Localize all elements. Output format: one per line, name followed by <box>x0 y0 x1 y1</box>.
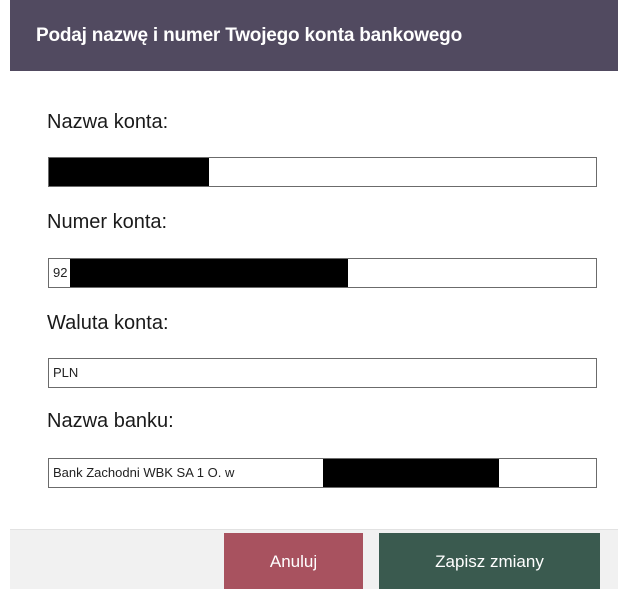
account-name-label: Nazwa konta: <box>47 111 169 133</box>
account-number-field[interactable]: 92 <box>48 258 597 288</box>
redaction-block <box>70 259 348 287</box>
cancel-button[interactable]: Anuluj <box>224 533 363 589</box>
redaction-block <box>49 158 209 186</box>
account-currency-value: PLN <box>53 365 79 380</box>
bank-name-field[interactable]: Bank Zachodni WBK SA 1 O. w <box>48 458 597 488</box>
redaction-block <box>323 459 499 487</box>
bank-account-dialog: Podaj nazwę i numer Twojego konta bankow… <box>0 0 618 589</box>
save-changes-button[interactable]: Zapisz zmiany <box>379 533 600 589</box>
bank-name-value: Bank Zachodni WBK SA 1 O. w <box>53 465 235 480</box>
account-number-value: 92 <box>53 265 68 280</box>
account-number-label: Numer konta: <box>47 211 168 233</box>
dialog-title: Podaj nazwę i numer Twojego konta bankow… <box>36 24 462 46</box>
account-name-field[interactable] <box>48 157 597 187</box>
account-currency-label: Waluta konta: <box>47 312 169 334</box>
account-currency-field[interactable]: PLN <box>48 358 597 388</box>
dialog-body: Nazwa konta: Numer konta: 92 Waluta kont… <box>10 71 618 529</box>
bank-name-label: Nazwa banku: <box>47 410 174 432</box>
dialog-footer: Anuluj Zapisz zmiany <box>10 529 618 589</box>
dialog-header: Podaj nazwę i numer Twojego konta bankow… <box>10 0 618 71</box>
